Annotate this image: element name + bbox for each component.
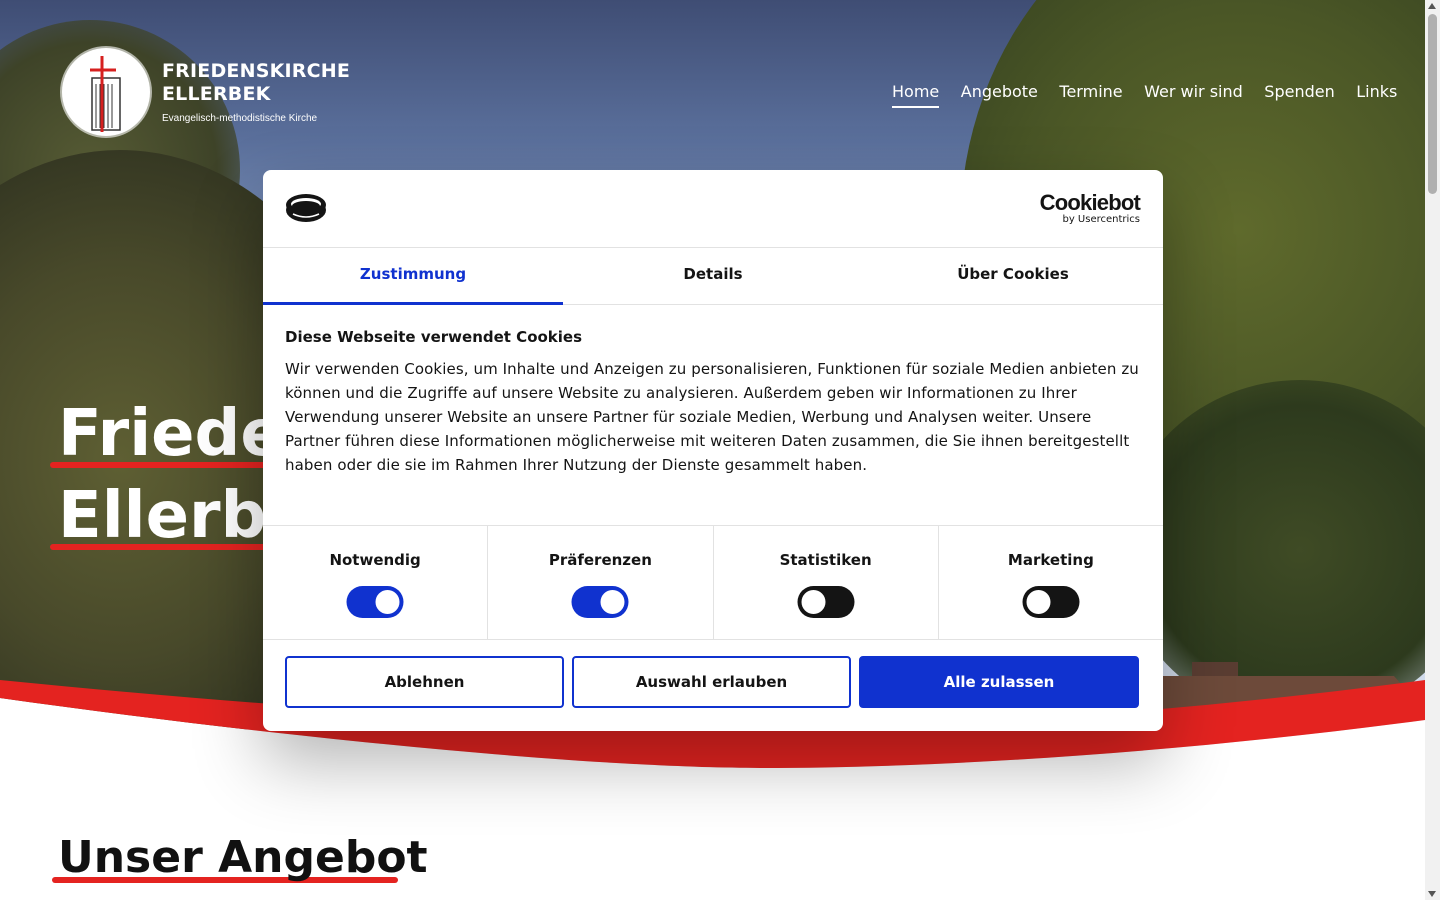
cookiebot-brand-name: Cookiebot <box>1039 190 1141 215</box>
toggle-knob <box>1026 590 1051 614</box>
nav-item-termine[interactable]: Termine <box>1059 82 1122 108</box>
category-label: Präferenzen <box>548 551 652 569</box>
logo-title-line1: FRIEDENSKIRCHE <box>162 60 351 82</box>
logo-title-line2: ELLERBEK <box>162 83 271 105</box>
toggle-notwendig[interactable] <box>346 586 404 618</box>
nav-item-angebote[interactable]: Angebote <box>961 82 1038 108</box>
cookie-consent-dialog: Cookiebot by Usercentrics Zustimmung Det… <box>263 170 1163 731</box>
logo-subtitle: Evangelisch-methodistische Kirche <box>162 113 318 124</box>
nav-item-wer-wir-sind[interactable]: Wer wir sind <box>1144 82 1243 108</box>
scroll-up-arrow-icon[interactable] <box>1428 3 1436 9</box>
category-marketing: Marketing <box>939 526 1163 639</box>
category-praeferenzen: Präferenzen <box>488 526 714 639</box>
section-title: Unser Angebot <box>58 832 428 883</box>
church-logo-icon[interactable] <box>62 48 150 136</box>
nav-item-home[interactable]: Home <box>892 82 940 108</box>
dialog-buttons: Ablehnen Auswahl erlauben Alle zulassen <box>263 640 1163 724</box>
site-logo-title[interactable]: FRIEDENSKIRCHE ELLERBEK <box>162 60 350 106</box>
allow-selection-button[interactable]: Auswahl erlauben <box>572 656 851 708</box>
allow-all-button[interactable]: Alle zulassen <box>859 656 1139 708</box>
category-label: Notwendig <box>329 551 421 569</box>
toggle-knob <box>375 590 400 614</box>
nav-item-spenden[interactable]: Spenden <box>1264 82 1334 108</box>
main-navigation: Home Angebote Termine Wer wir sind Spend… <box>892 82 1397 108</box>
tab-zustimmung[interactable]: Zustimmung <box>263 248 563 305</box>
category-label: Statistiken <box>779 551 872 569</box>
toggle-praeferenzen[interactable] <box>571 586 629 618</box>
toggle-knob <box>600 590 625 614</box>
tab-details[interactable]: Details <box>563 248 863 304</box>
toggle-marketing[interactable] <box>1022 586 1080 618</box>
category-label: Marketing <box>1007 551 1094 569</box>
dialog-body: Diese Webseite verwendet Cookies Wir ver… <box>263 305 1163 526</box>
cookiebot-logo-icon <box>286 194 326 222</box>
dialog-tabs: Zustimmung Details Über Cookies <box>263 248 1163 305</box>
category-notwendig: Notwendig <box>263 526 489 639</box>
reject-button[interactable]: Ablehnen <box>285 656 564 708</box>
nav-item-links[interactable]: Links <box>1356 82 1397 108</box>
dialog-heading: Diese Webseite verwendet Cookies <box>285 328 583 346</box>
category-statistiken: Statistiken <box>714 526 939 639</box>
cookiebot-brand[interactable]: Cookiebot by Usercentrics <box>1039 190 1141 226</box>
cookiebot-brand-sub: by Usercentrics <box>1062 214 1140 225</box>
hero-headline-line1: Friede <box>58 397 284 471</box>
toggle-knob <box>801 590 826 614</box>
dialog-description: Wir verwenden Cookies, um Inhalte und An… <box>285 360 1139 474</box>
scrollbar-thumb[interactable] <box>1428 14 1437 194</box>
consent-categories: Notwendig Präferenzen Statistiken Market… <box>263 526 1163 640</box>
tab-ueber-cookies[interactable]: Über Cookies <box>863 248 1163 304</box>
page-scrollbar[interactable] <box>1425 0 1440 900</box>
toggle-statistiken[interactable] <box>797 586 855 618</box>
dialog-header: Cookiebot by Usercentrics <box>263 170 1163 248</box>
scroll-down-arrow-icon[interactable] <box>1428 891 1436 897</box>
